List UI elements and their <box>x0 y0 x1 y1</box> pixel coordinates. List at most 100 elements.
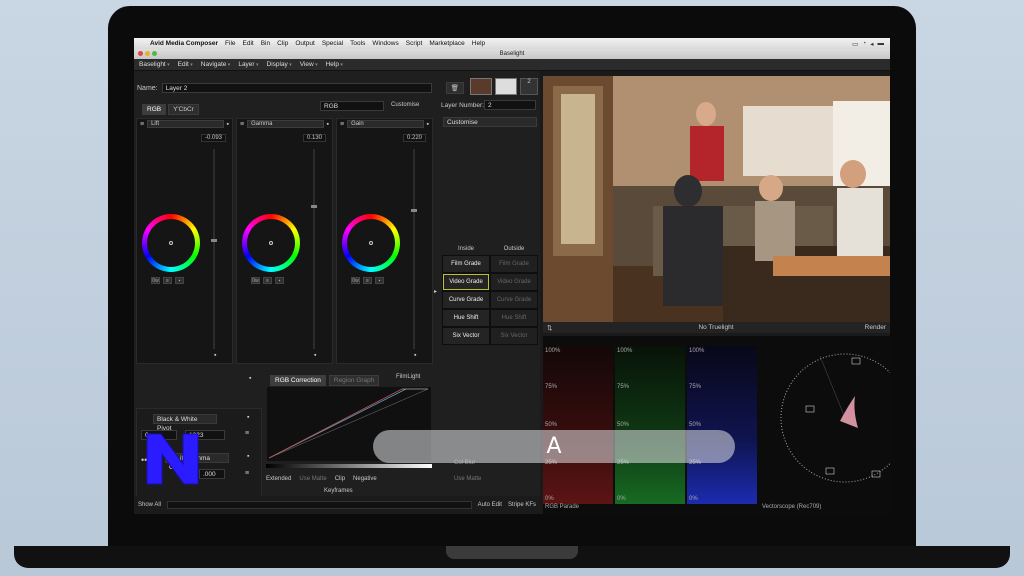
trash-icon[interactable]: ▪ <box>214 352 216 359</box>
clip-checkbox[interactable]: Clip <box>335 476 345 482</box>
minimize-window-button[interactable] <box>145 51 150 56</box>
zoom-window-button[interactable] <box>152 51 157 56</box>
app-menu-navigate[interactable]: Navigate <box>201 61 231 68</box>
trash-icon[interactable]: ▪ <box>314 352 316 359</box>
app-menu-display[interactable]: Display <box>267 61 292 68</box>
trash-icon[interactable]: ▪ <box>414 352 416 359</box>
layer-number-field[interactable]: 2 <box>484 100 536 110</box>
bars-icon[interactable]: ≡ <box>140 121 144 128</box>
inside-film-grade[interactable]: Film Grade <box>442 255 490 273</box>
menu-tools[interactable]: Tools <box>350 40 365 47</box>
inside-video-grade[interactable]: Video Grade <box>442 273 490 291</box>
timeline-strip[interactable] <box>167 501 472 509</box>
app-menu-layer[interactable]: Layer <box>238 61 258 68</box>
lock-icon[interactable]: ▪ <box>227 121 229 128</box>
wheel-center-handle[interactable] <box>169 241 173 245</box>
inside-hue-shift[interactable]: Hue Shift <box>442 309 490 327</box>
options-icon[interactable]: ≡ <box>263 277 272 284</box>
gain-slider[interactable] <box>413 149 415 349</box>
status-icon[interactable]: ▭ <box>852 40 858 48</box>
lift-slider-thumb[interactable] <box>211 239 217 242</box>
stripe-kfs-toggle[interactable]: Stripe KFs <box>508 502 536 508</box>
gain-slider-thumb[interactable] <box>411 209 417 212</box>
inside-curve-grade[interactable]: Curve Grade <box>442 291 490 309</box>
gamma-gain-value[interactable]: .000 <box>199 469 225 479</box>
outside-curve-grade[interactable]: Curve Grade <box>490 291 538 309</box>
app-menu-baselight[interactable]: Baselight <box>139 61 170 68</box>
wifi-icon[interactable]: ◔ <box>862 40 866 48</box>
outside-video-grade[interactable]: Video Grade <box>490 273 538 291</box>
expand-arrow-icon[interactable]: ▸ <box>434 288 437 295</box>
menu-bin[interactable]: Bin <box>261 40 270 47</box>
close-window-button[interactable] <box>138 51 143 56</box>
wheel-center-handle[interactable] <box>269 241 273 245</box>
trash-icon[interactable]: ▪ <box>247 414 249 421</box>
menu-edit[interactable]: Edit <box>243 40 254 47</box>
app-menu-view[interactable]: View <box>300 61 318 68</box>
delete-icon[interactable]: 🗑 <box>445 82 464 94</box>
wheel-center-handle[interactable] <box>369 241 373 245</box>
gamma-value[interactable]: 0.130 <box>302 134 326 142</box>
menu-marketplace[interactable]: Marketplace <box>429 40 464 47</box>
options-icon[interactable]: ≡ <box>363 277 372 284</box>
tab-rgb[interactable]: RGB <box>142 104 167 115</box>
trash-icon[interactable]: ▪ <box>249 375 251 382</box>
lift-slider[interactable] <box>213 149 215 349</box>
trash-icon[interactable]: ▪ <box>275 277 284 284</box>
viewer-options-button[interactable]: ⇅ <box>547 324 552 332</box>
pivot-dropdown[interactable]: Black & White Pivot <box>153 414 217 432</box>
use-matte-toggle[interactable]: Use Matte <box>299 476 326 482</box>
layer-name-input[interactable]: Layer 2 <box>161 83 432 93</box>
video-viewer[interactable] <box>543 76 890 322</box>
tab-region-graph[interactable]: Region Graph <box>328 375 380 386</box>
layer-thumb-1[interactable] <box>470 78 492 95</box>
layer-count[interactable]: 2 <box>520 78 538 95</box>
lift-color-wheel[interactable] <box>142 214 200 272</box>
inside-six-vector[interactable]: Six Vector <box>442 327 490 345</box>
use-matte-toggle-2[interactable]: Use Matte <box>454 476 481 482</box>
outside-six-vector[interactable]: Six Vector <box>490 327 538 345</box>
customise-select[interactable]: Customise <box>443 117 537 127</box>
app-menu-edit[interactable]: Edit <box>178 61 193 68</box>
gamma-slider-thumb[interactable] <box>311 205 317 208</box>
menu-special[interactable]: Special <box>322 40 343 47</box>
lock-icon[interactable]: ▪ <box>427 121 429 128</box>
customise-dropdown[interactable]: Customise <box>391 102 419 108</box>
menu-script[interactable]: Script <box>406 40 423 47</box>
reset-button[interactable]: 0w <box>351 277 360 284</box>
render-dropdown[interactable]: Render <box>865 324 886 331</box>
show-all-dropdown[interactable]: Show All <box>138 502 161 508</box>
negative-checkbox[interactable]: Negative <box>353 476 377 482</box>
outside-hue-shift[interactable]: Hue Shift <box>490 309 538 327</box>
tab-rgb-correction[interactable]: RGB Correction <box>270 375 326 386</box>
volume-icon[interactable]: ◂ <box>870 40 873 48</box>
auto-edit-dropdown[interactable]: Auto Edit <box>478 502 502 508</box>
reset-button[interactable]: 0w <box>251 277 260 284</box>
menu-file[interactable]: File <box>225 40 235 47</box>
reset-button[interactable]: 0w <box>151 277 160 284</box>
gamma-color-wheel[interactable] <box>242 214 300 272</box>
lift-value[interactable]: -0.093 <box>200 134 226 142</box>
menu-clip[interactable]: Clip <box>277 40 288 47</box>
extended-checkbox[interactable]: Extended <box>266 476 291 482</box>
options-icon[interactable]: ≡ <box>245 430 249 437</box>
gamma-dropdown[interactable]: Gamma <box>247 120 324 128</box>
menu-help[interactable]: Help <box>472 40 485 47</box>
gain-dropdown[interactable]: Gain <box>347 120 424 128</box>
bars-icon[interactable]: ≡ <box>240 121 244 128</box>
outside-film-grade[interactable]: Film Grade <box>490 255 538 273</box>
menu-app-name[interactable]: Avid Media Composer <box>150 40 218 47</box>
trash-icon[interactable]: ▪ <box>175 277 184 284</box>
trash-icon[interactable]: ▪ <box>247 453 249 460</box>
color-space-field[interactable]: RGB <box>320 101 384 111</box>
gamma-slider[interactable] <box>313 149 315 349</box>
filmlight-dropdown[interactable]: FilmLight <box>396 374 420 380</box>
truelight-dropdown[interactable]: No Truelight <box>698 324 733 331</box>
menu-windows[interactable]: Windows <box>372 40 398 47</box>
gain-value[interactable]: 0.220 <box>402 134 426 142</box>
bars-icon[interactable]: ≡ <box>340 121 344 128</box>
trash-icon[interactable]: ▪ <box>375 277 384 284</box>
tab-ycbcr[interactable]: Y'CbCr <box>168 104 199 115</box>
app-menu-help[interactable]: Help <box>326 61 343 68</box>
layer-thumb-2[interactable] <box>495 78 517 95</box>
